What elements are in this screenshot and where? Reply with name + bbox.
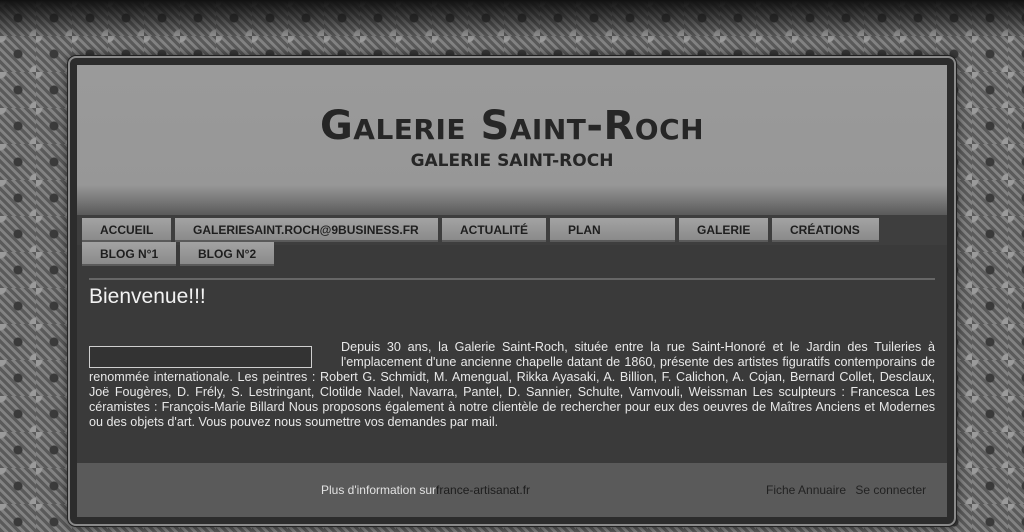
footer-info-text: Plus d'information sur	[321, 483, 437, 497]
site-title[interactable]: Galerie Saint-Roch	[77, 103, 947, 149]
tab-label: BLOG N°2	[198, 247, 257, 261]
image-placeholder	[89, 346, 312, 368]
tab-label: CRÉATIONS	[790, 223, 860, 237]
page-title: Bienvenue!!!	[89, 285, 206, 308]
page-frame: Galerie Saint-Roch GALERIE SAINT-ROCH AC…	[68, 56, 956, 526]
tab-email[interactable]: GALERIESAINT.ROCH@9BUSINESS.FR	[175, 218, 438, 242]
tab-creations[interactable]: CRÉATIONS	[772, 218, 879, 242]
tab-label: PLAN	[568, 223, 601, 237]
main-content: Depuis 30 ans, la Galerie Saint-Roch, si…	[89, 340, 935, 430]
tab-galerie[interactable]: GALERIE	[679, 218, 768, 242]
tab-label: GALERIESAINT.ROCH@9BUSINESS.FR	[193, 223, 419, 237]
france-artisanat-link[interactable]: france-artisanat.fr	[436, 483, 530, 497]
tab-label: GALERIE	[697, 223, 751, 237]
se-connecter-link[interactable]: Se connecter	[855, 483, 926, 497]
footer-links: Fiche Annuaire Se connecter	[766, 483, 932, 497]
top-shade	[0, 0, 1024, 40]
tab-label: ACCUEIL	[100, 223, 154, 237]
tab-accueil[interactable]: ACCUEIL	[82, 218, 171, 242]
tab-label: BLOG N°1	[100, 247, 159, 261]
tab-blog-2[interactable]: BLOG N°2	[180, 242, 274, 266]
tab-label: ACTUALITÉ	[460, 223, 528, 237]
main-nav: ACCUEIL GALERIESAINT.ROCH@9BUSINESS.FR A…	[77, 215, 947, 266]
tab-blog-1[interactable]: BLOG N°1	[82, 242, 176, 266]
divider	[89, 278, 935, 280]
site-subtitle: GALERIE SAINT-ROCH	[410, 151, 614, 171]
fiche-annuaire-link[interactable]: Fiche Annuaire	[766, 483, 846, 497]
tab-plan[interactable]: PLAN	[550, 218, 675, 242]
site-header: Galerie Saint-Roch GALERIE SAINT-ROCH	[77, 65, 947, 215]
footer-info: Plus d'information surfrance-artisanat.f…	[321, 483, 530, 497]
site-footer: Plus d'information surfrance-artisanat.f…	[77, 463, 947, 517]
tab-actualite[interactable]: ACTUALITÉ	[442, 218, 546, 242]
page-inner: Galerie Saint-Roch GALERIE SAINT-ROCH AC…	[77, 65, 947, 517]
